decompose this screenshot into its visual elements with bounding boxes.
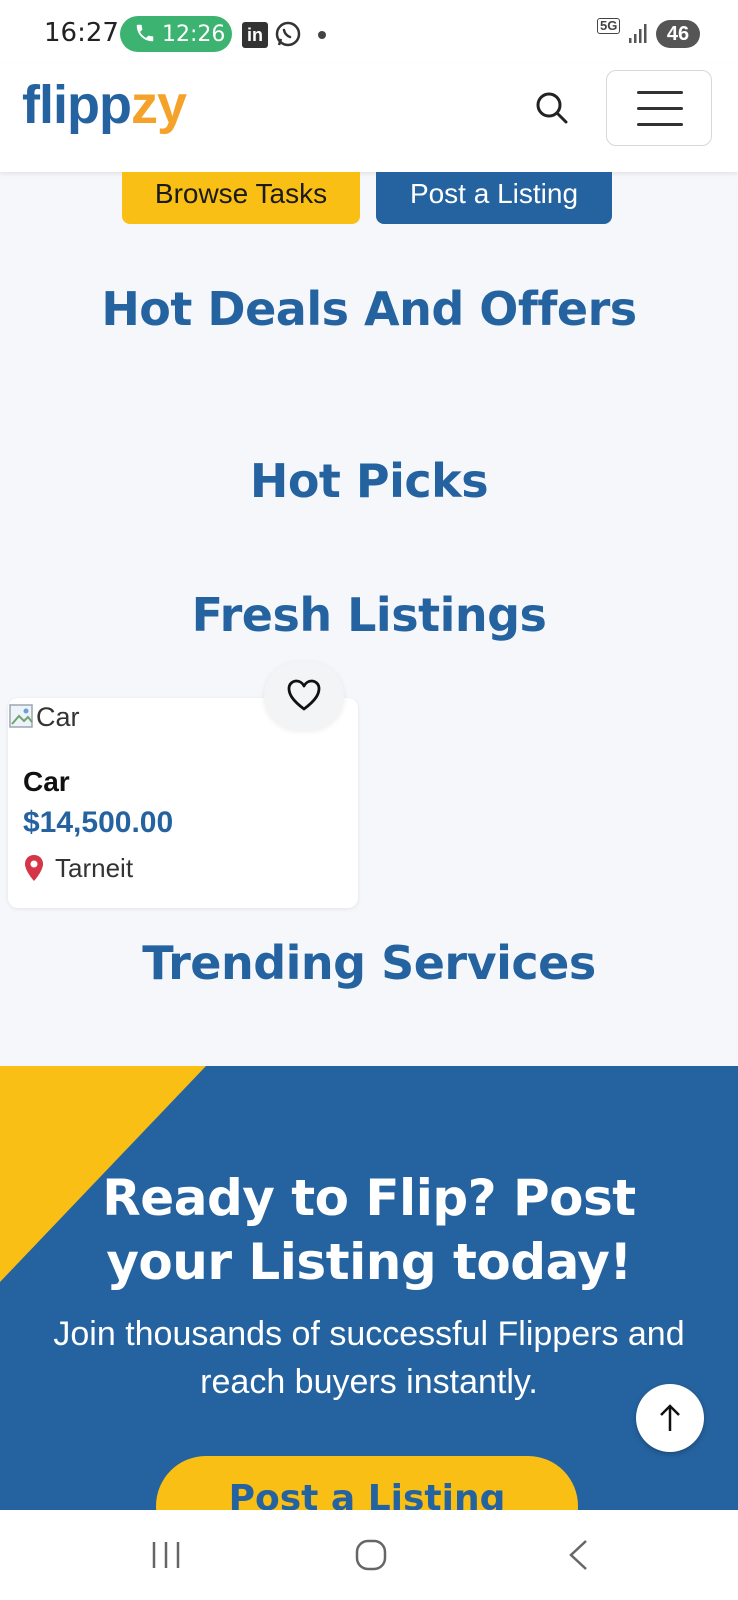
listing-title[interactable]: Car <box>23 766 70 798</box>
cta-subtitle: Join thousands of successful Flippers an… <box>53 1315 685 1401</box>
home-icon[interactable] <box>354 1538 388 1572</box>
listing-location: Tarneit <box>23 853 133 884</box>
status-bar: 16:27 12:26 in 5G 46 <box>0 0 738 64</box>
section-title-fresh-listings: Fresh Listings <box>191 588 547 642</box>
section-title-trending-services: Trending Services <box>142 936 596 990</box>
notification-dot <box>318 31 326 39</box>
arrow-up-icon <box>660 1404 680 1431</box>
network-type-badge: 5G <box>597 18 621 34</box>
section-title-hot-deals: Hot Deals And Offers <box>101 282 637 336</box>
cta-title: Ready to Flip? Post your Listing today! <box>102 1169 636 1291</box>
battery-indicator: 46 <box>656 20 700 48</box>
ongoing-call-pill[interactable]: 12:26 <box>120 16 232 52</box>
post-listing-button[interactable]: Post a Listing <box>376 172 612 224</box>
broken-image-icon <box>9 704 33 728</box>
search-icon[interactable] <box>530 86 574 130</box>
section-title-hot-picks: Hot Picks <box>249 454 489 508</box>
site-header: flippzy <box>0 64 738 172</box>
call-timer: 12:26 <box>162 22 226 47</box>
location-pin-icon <box>25 855 43 881</box>
listing-image-alt: Car <box>36 702 80 732</box>
listing-price: $14,500.00 <box>23 806 174 839</box>
recent-apps-icon[interactable] <box>150 1540 182 1570</box>
whatsapp-icon <box>275 21 301 47</box>
scroll-to-top-button[interactable] <box>636 1384 704 1452</box>
listing-location-text: Tarneit <box>55 853 134 883</box>
flippzy-logo[interactable]: flippzy <box>22 74 187 136</box>
logo-text-part1: flipp <box>22 75 132 135</box>
back-icon[interactable] <box>566 1538 590 1572</box>
listing-image[interactable]: Car <box>8 702 80 732</box>
heart-icon <box>287 679 321 711</box>
hamburger-menu-button[interactable] <box>606 70 712 146</box>
system-navigation-bar <box>0 1510 738 1600</box>
linkedin-icon: in <box>242 22 268 48</box>
browse-tasks-button[interactable]: Browse Tasks <box>122 172 360 224</box>
signal-icon <box>629 24 647 43</box>
status-time: 16:27 <box>44 18 119 48</box>
logo-text-part2: zy <box>130 75 187 135</box>
cta-post-listing-button[interactable]: Post a Listing <box>156 1456 578 1510</box>
hamburger-menu-icon <box>637 91 683 94</box>
cta-banner: Ready to Flip? Post your Listing today! … <box>0 1066 738 1510</box>
phone-icon <box>136 24 154 42</box>
favorite-button[interactable] <box>264 662 344 730</box>
